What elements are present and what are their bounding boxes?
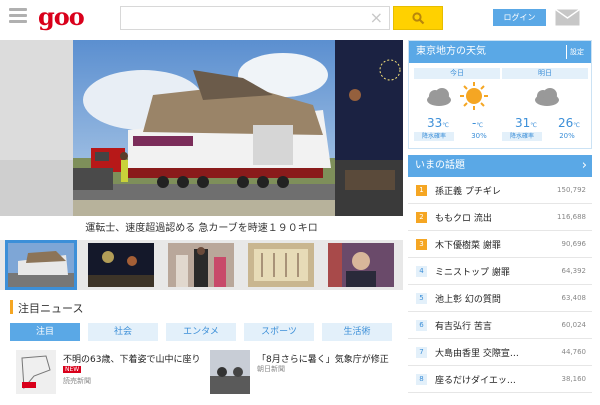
chevron-right-icon[interactable]: › [582, 155, 587, 177]
rank-badge: 2 [416, 212, 427, 223]
topic-count: 116,688 [557, 213, 586, 221]
hero-caption[interactable]: 運転士、速度超過認める 急カーブを時速１９０キロ [0, 219, 403, 234]
rain-value-tomorrow: 20% [559, 132, 575, 140]
topic-title[interactable]: 座るだけダイエッ… [435, 373, 516, 386]
search-button[interactable] [393, 6, 443, 30]
weather-title: 東京地方の天気 [416, 46, 486, 57]
weather-header: 東京地方の天気 設定 [409, 41, 591, 63]
topic-title[interactable]: 池上彰 幻の質問 [435, 292, 501, 305]
weather-widget: 東京地方の天気 設定 今日 明日 33℃ -℃ 31℃ 26℃ 降水確率 30%… [408, 40, 592, 149]
clear-icon[interactable]: × [370, 9, 383, 27]
news-article[interactable]: 不明の63歳、下着姿で山中に座り NEW 読売新聞 [16, 350, 200, 400]
rank-badge: 7 [416, 347, 427, 358]
article-source: 読売新聞 [63, 377, 91, 385]
thumbnail-documents[interactable] [248, 243, 314, 287]
rain-label-today: 降水確率 [414, 132, 454, 141]
cloud-icon [535, 88, 559, 106]
thumbnail-portrait[interactable] [328, 243, 394, 287]
tab-sports[interactable]: スポーツ [244, 323, 314, 341]
article-headline[interactable]: 不明の63歳、下着姿で山中に座り [63, 352, 200, 365]
topic-count: 38,160 [561, 375, 587, 383]
topic-count: 64,392 [561, 267, 587, 275]
search-input[interactable] [121, 7, 361, 29]
cloud-icon [427, 88, 451, 106]
hero-next-slide[interactable] [335, 40, 403, 216]
weather-day-today: 今日 [414, 68, 500, 79]
header: goo × ログイン [0, 0, 600, 36]
topic-item[interactable]: 2 ももクロ 流出 116,688 [408, 205, 592, 231]
temp-low-today: -℃ [472, 116, 484, 130]
logo[interactable]: goo [38, 2, 85, 31]
topic-title[interactable]: 大島由香里 交際宣… [435, 346, 519, 359]
tab-featured[interactable]: 注目 [10, 323, 80, 341]
topics-header[interactable]: いまの話題 › [408, 155, 592, 177]
topic-count: 44,760 [561, 348, 587, 356]
temp-high-tomorrow: 31℃ [515, 116, 538, 130]
topic-title[interactable]: 木下優樹菜 謝罪 [435, 238, 501, 251]
trending-topics: いまの話題 › 1 孫正義 プチギレ 150,792 2 ももクロ 流出 116… [408, 155, 592, 405]
article-thumbnail[interactable] [210, 350, 250, 394]
thumbnail-strip [0, 240, 403, 290]
temp-low-tomorrow: 26℃ [558, 116, 581, 130]
hero-prev-slide[interactable] [0, 40, 73, 216]
topic-item[interactable]: 3 木下優樹菜 謝罪 90,696 [408, 232, 592, 258]
topic-count: 60,024 [561, 321, 587, 329]
topic-title[interactable]: ももクロ 流出 [435, 211, 492, 224]
topic-title[interactable]: 孫正義 プチギレ [435, 184, 501, 197]
article-source: 朝日新聞 [257, 365, 285, 373]
tab-lifestyle[interactable]: 生活術 [322, 323, 392, 341]
topic-count: 150,792 [557, 186, 586, 194]
section-marker [10, 300, 13, 314]
topic-item[interactable]: 1 孫正義 プチギレ 150,792 [408, 178, 592, 204]
rank-badge: 8 [416, 374, 427, 385]
hero-image[interactable] [73, 40, 335, 216]
topic-item[interactable]: 6 有吉弘行 苦言 60,024 [408, 313, 592, 339]
topic-title[interactable]: ミニストップ 謝罪 [435, 265, 510, 278]
news-section-title: 注目ニュース [18, 302, 84, 315]
topic-title[interactable]: 有吉弘行 苦言 [435, 319, 492, 332]
rank-badge: 1 [416, 185, 427, 196]
search-icon [412, 12, 425, 25]
topic-item[interactable]: 8 座るだけダイエッ… 38,160 [408, 367, 592, 393]
topic-count: 63,408 [561, 294, 587, 302]
rain-value-today: 30% [471, 132, 487, 140]
news-tabs: 注目 社会 エンタメ スポーツ 生活術 [10, 323, 394, 341]
tab-society[interactable]: 社会 [88, 323, 158, 341]
news-article[interactable]: 「8月さらに暑く」気象庁が修正 朝日新聞 [210, 350, 400, 400]
topic-item[interactable]: 4 ミニストップ 謝罪 64,392 [408, 259, 592, 285]
tab-entertainment[interactable]: エンタメ [166, 323, 236, 341]
thumbnail-fireworks[interactable] [88, 243, 154, 287]
weather-day-tomorrow: 明日 [502, 68, 588, 79]
login-button[interactable]: ログイン [493, 9, 546, 26]
rank-badge: 3 [416, 239, 427, 250]
search-box: × [120, 6, 390, 30]
topics-title: いまの話題 [415, 160, 465, 171]
weather-settings-button[interactable]: 設定 [566, 45, 587, 59]
sun-icon [460, 82, 488, 110]
rain-label-tomorrow: 降水確率 [502, 132, 542, 141]
thumbnail-train[interactable] [5, 240, 77, 290]
topic-item[interactable]: 7 大島由香里 交際宣… 44,760 [408, 340, 592, 366]
topic-item[interactable]: 5 池上彰 幻の質問 63,408 [408, 286, 592, 312]
rank-badge: 6 [416, 320, 427, 331]
thumbnail-people[interactable] [168, 243, 234, 287]
article-thumbnail[interactable] [16, 350, 56, 394]
topic-count: 90,696 [561, 240, 587, 248]
mail-icon[interactable] [555, 9, 580, 26]
hero-carousel[interactable] [0, 40, 403, 216]
new-badge: NEW [63, 366, 82, 373]
rank-badge: 4 [416, 266, 427, 277]
temp-high-today: 33℃ [427, 116, 450, 130]
rank-badge: 5 [416, 293, 427, 304]
menu-icon[interactable] [9, 8, 27, 24]
